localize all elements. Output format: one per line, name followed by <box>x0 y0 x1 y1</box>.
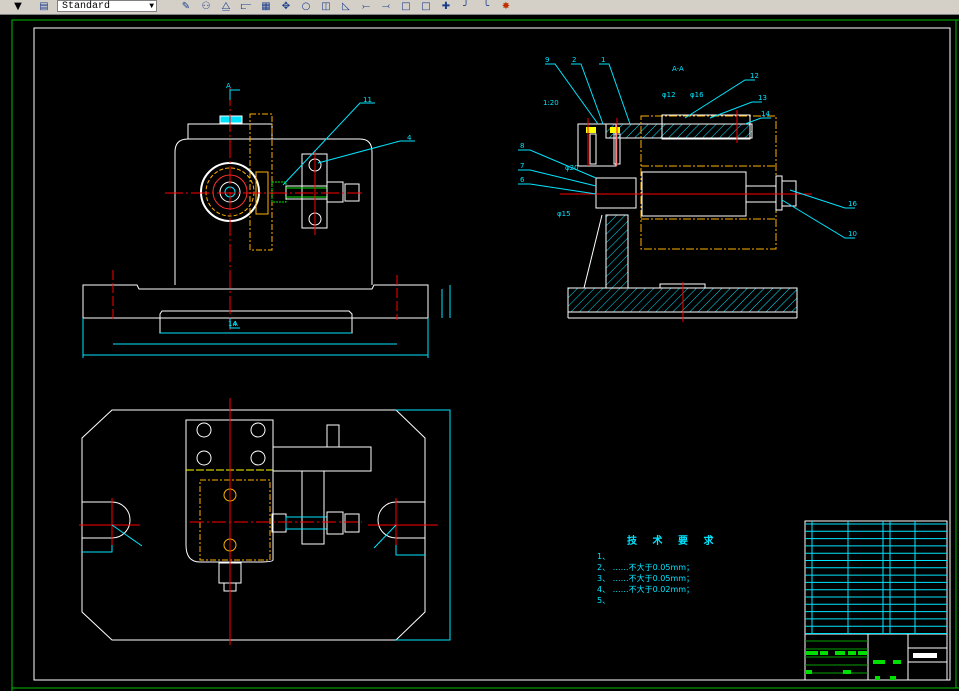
requirement-item: 5、 <box>597 596 611 605</box>
erase-icon[interactable]: ✎ <box>178 0 194 13</box>
balloon-9: 9 <box>545 56 549 64</box>
move-icon[interactable]: ✥ <box>278 0 294 13</box>
front-view: A A 11 4 14 <box>82 82 451 358</box>
title-block-field <box>848 651 856 655</box>
toolbar: ▼ ▤ Standard ▼ ✎ ⚇ ⧋ ⫍ ▦ ✥ ○ ◫ ◺ ⤚ ⤙ □ □ … <box>0 0 959 15</box>
chevron-down-icon: ▼ <box>149 2 154 11</box>
copy-icon[interactable]: ⚇ <box>198 0 214 13</box>
balloon-2: 2 <box>572 56 576 64</box>
section-mark-top: A <box>226 82 231 90</box>
title-block-field <box>806 670 812 674</box>
text-style-value: Standard <box>62 1 111 12</box>
section-view: A-A 9 2 1 8 7 6 12 13 14 16 10 1:20 φ12 … <box>518 56 857 322</box>
section-title: A-A <box>672 65 684 73</box>
requirement-item: 4、 ……不大于0.02mm； <box>597 585 695 594</box>
dimension-marker: 14 <box>228 320 237 328</box>
mirror-icon[interactable]: ⧋ <box>218 0 234 13</box>
balloon-11: 11 <box>363 96 372 104</box>
title-block-field <box>835 651 845 655</box>
balloon-14: 14 <box>761 110 770 118</box>
title-block-field <box>843 670 851 674</box>
requirement-item: 2、 ……不大于0.05mm； <box>597 563 695 572</box>
offset-icon[interactable]: ⫍ <box>238 0 254 13</box>
fit-label-12: φ12 <box>662 91 676 99</box>
stretch-icon[interactable]: ◺ <box>338 0 354 13</box>
title-block <box>804 520 948 681</box>
scale-icon[interactable]: ◫ <box>318 0 334 13</box>
section-note: 1:20 <box>543 99 559 107</box>
break-icon[interactable]: □ <box>398 0 414 13</box>
title-block-field <box>858 651 867 655</box>
requirement-item: 3、 ……不大于0.05mm； <box>597 574 695 583</box>
balloon-6: 6 <box>520 176 525 184</box>
requirement-item: 1、 <box>597 552 611 561</box>
array-icon[interactable]: ▦ <box>258 0 274 13</box>
balloon-7: 7 <box>520 162 524 170</box>
explode-icon[interactable]: ✸ <box>498 0 514 13</box>
fillet-icon[interactable]: ╰ <box>478 0 494 13</box>
text-style-select[interactable]: Standard ▼ <box>57 0 157 12</box>
fit-label-20: φ20 <box>565 164 579 172</box>
text-style-icon[interactable]: ▤ <box>36 0 52 13</box>
drawing-canvas[interactable]: A A 11 4 14 A-A 9 2 1 8 7 6 12 13 14 16 … <box>0 14 959 691</box>
balloon-16: 16 <box>848 200 857 208</box>
balloon-12: 12 <box>750 72 759 80</box>
balloon-1: 1 <box>601 56 605 64</box>
chamfer-icon[interactable]: ╯ <box>458 0 474 13</box>
layer-dropdown-arrow-icon[interactable]: ▼ <box>10 0 26 13</box>
fit-label-16: φ16 <box>690 91 704 99</box>
title-block-field <box>806 651 818 655</box>
break-at-point-icon[interactable]: □ <box>418 0 434 13</box>
fit-label-15: φ15 <box>557 210 571 218</box>
trim-icon[interactable]: ⤚ <box>358 0 374 13</box>
balloon-13: 13 <box>758 94 767 102</box>
top-view <box>79 398 451 645</box>
balloon-4: 4 <box>407 134 412 142</box>
technical-requirements: 技 术 要 求 1、 2、 ……不大于0.05mm； 3、 ……不大于0.05m… <box>597 536 797 606</box>
balloon-8: 8 <box>520 142 524 150</box>
balloon-10: 10 <box>848 230 857 238</box>
title-block-field <box>893 660 901 664</box>
title-block-field <box>873 660 885 664</box>
title-block-field <box>890 676 896 680</box>
extend-icon[interactable]: ⤙ <box>378 0 394 13</box>
title-block-field <box>875 676 880 680</box>
rotate-icon[interactable]: ○ <box>298 0 314 13</box>
technical-requirements-title: 技 术 要 求 <box>627 536 720 547</box>
join-icon[interactable]: ✚ <box>438 0 454 13</box>
title-block-field <box>820 651 828 655</box>
